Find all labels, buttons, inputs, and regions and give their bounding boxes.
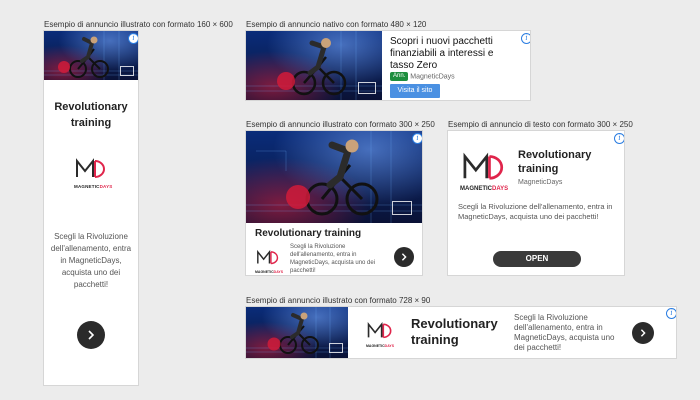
- native-advertiser-row: Ann. MagneticDays: [390, 72, 455, 81]
- caption-728x90: Esempio di annuncio illustrato con forma…: [246, 296, 431, 305]
- logo-word-magnetic: MAGNETIC: [74, 184, 100, 189]
- ad728-headline[interactable]: Revolutionary training: [411, 316, 511, 348]
- logo-word-days: DAYS: [273, 270, 284, 274]
- caption-text-300x250: Esempio di annuncio di testo con formato…: [448, 120, 633, 129]
- photo-logo-mark: [358, 82, 376, 94]
- logo-word-magnetic: MAGNETIC: [366, 344, 385, 348]
- logo-word-magnetic: MAGNETIC: [460, 186, 492, 192]
- cyclist-photo: [246, 307, 348, 358]
- logo-word-days: DAYS: [384, 344, 395, 348]
- visit-site-button[interactable]: Visita il sito: [390, 84, 440, 98]
- info-icon[interactable]: i: [128, 33, 138, 44]
- next-arrow-button[interactable]: [394, 247, 414, 267]
- logo-mark-icon: [257, 249, 279, 265]
- info-icon[interactable]: i: [521, 33, 530, 44]
- cyclist-photo: [44, 31, 138, 80]
- magneticdays-logo: MAGNETICDAYS: [366, 321, 394, 348]
- cyclist-photo: [246, 31, 382, 100]
- next-arrow-button[interactable]: [632, 322, 654, 344]
- photo-logo-mark: [120, 66, 134, 76]
- caption-300x250: Esempio di annuncio illustrato con forma…: [246, 120, 435, 129]
- open-button[interactable]: OPEN: [493, 251, 581, 267]
- logo-mark-icon: [463, 152, 504, 180]
- text300-advertiser: MagneticDays: [518, 179, 563, 186]
- ad300-headline: Revolutionary training: [255, 228, 362, 239]
- photo-logo-mark: [329, 343, 343, 353]
- logo-wordmark: MAGNETICDAYS: [366, 344, 394, 348]
- ad160-body: Scegli la Rivoluzione dell'allenamento, …: [50, 232, 132, 289]
- chevron-right-icon: [401, 253, 407, 261]
- next-arrow-button[interactable]: [77, 321, 105, 349]
- caption-160x600: Esempio di annuncio illustrato con forma…: [44, 20, 233, 29]
- ad-text-300x250[interactable]: i MAGNETICDAYS Revolutionary training Ma…: [447, 130, 625, 276]
- ad-728x90[interactable]: MAGNETICDAYS Revolutionary training Sceg…: [245, 306, 677, 359]
- native-headline[interactable]: Scopri i nuovi pacchetti finanziabili a …: [390, 36, 508, 72]
- ad-native-480x120[interactable]: Scopri i nuovi pacchetti finanziabili a …: [245, 30, 531, 101]
- logo-mark-icon: [367, 321, 392, 339]
- logo-word-magnetic: MAGNETIC: [255, 270, 274, 274]
- logo-wordmark: MAGNETICDAYS: [460, 186, 508, 192]
- cyclist-photo: [246, 131, 422, 223]
- logo-word-days: DAYS: [99, 184, 113, 189]
- ad728-body: Scegli la Rivoluzione dell'allenamento, …: [514, 313, 615, 352]
- info-icon[interactable]: i: [614, 133, 624, 144]
- ad160-headline: Revolutionary training: [54, 101, 128, 129]
- logo-wordmark: MAGNETICDAYS: [74, 184, 112, 189]
- caption-native: Esempio di annuncio nativo con formato 4…: [246, 20, 427, 29]
- magneticdays-logo: MAGNETICDAYS: [460, 151, 508, 193]
- ad300-body: Scegli la Rivoluzione dell'allenamento, …: [290, 244, 376, 274]
- photo-logo-mark: [392, 201, 412, 215]
- chevron-right-icon: [88, 330, 95, 340]
- chevron-right-icon: [640, 329, 646, 337]
- info-icon[interactable]: i: [412, 133, 422, 144]
- text300-body: Scegli la Rivoluzione dell'allenamento, …: [458, 202, 613, 221]
- logo-wordmark: MAGNETICDAYS: [255, 270, 284, 274]
- logo-word-days: DAYS: [492, 186, 509, 192]
- ad-300x250[interactable]: i Revolutionary training MAGNETICDAYS Sc…: [245, 130, 423, 276]
- ad-160x600[interactable]: i Revolutionary training MAGNETICDAYS Sc…: [43, 30, 139, 386]
- info-icon[interactable]: i: [666, 308, 676, 319]
- text300-headline[interactable]: Revolutionary training: [518, 148, 618, 176]
- ad-badge: Ann.: [390, 72, 409, 81]
- native-advertiser: MagneticDays: [410, 73, 455, 81]
- logo-mark-icon: [76, 158, 105, 178]
- magneticdays-logo: MAGNETICDAYS: [74, 157, 112, 189]
- magneticdays-logo: MAGNETICDAYS: [255, 249, 284, 274]
